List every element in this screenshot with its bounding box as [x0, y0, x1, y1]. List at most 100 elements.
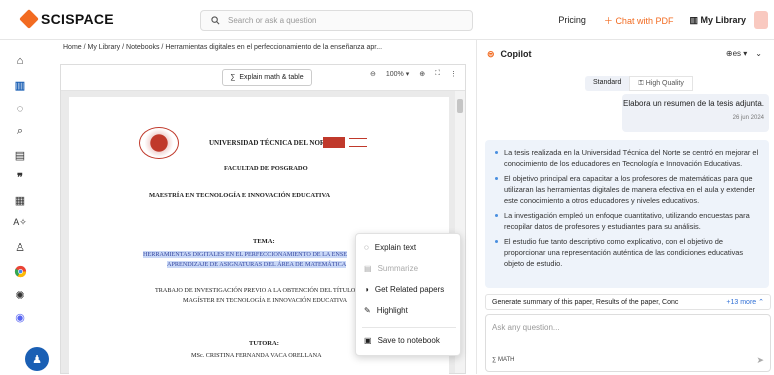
- highlight-item[interactable]: ✎ Highlight: [364, 306, 408, 315]
- search-nav-icon[interactable]: ⌕: [13, 124, 27, 138]
- explain-icon: ◌: [364, 243, 369, 252]
- related-papers-icon: ◑: [364, 285, 369, 294]
- search-placeholder: Search or ask a question: [228, 16, 317, 25]
- save-to-notebook-item[interactable]: ▣ Save to notebook: [364, 336, 440, 345]
- plus-icon: ＋: [603, 15, 616, 26]
- sigma-icon: ∑: [230, 74, 236, 81]
- citation-icon[interactable]: ❞: [13, 170, 27, 184]
- selection-context-menu: ◌ Explain text ▤ Summarize ◑ Get Related pa…: [355, 233, 461, 356]
- answer-bullet: El objetivo principal era capacitar a lo…: [491, 173, 763, 206]
- scrollbar-thumb[interactable]: [457, 99, 463, 113]
- math-label: MATH: [497, 357, 515, 363]
- summarize-item[interactable]: ▤ Summarize: [364, 264, 418, 273]
- university-name: UNIVERSIDAD TÉCNICA DEL NORTE: [209, 139, 335, 147]
- viewer-toolbar: ∑ Explain math & table ⊖ 100% ▾ ⊕ ⛶ ⋮: [61, 65, 465, 91]
- faculty-name: FACULTAD DE POSGRADO: [224, 165, 308, 172]
- copilot-answer: La tesis realizada en la Universidad Téc…: [485, 140, 769, 288]
- ask-placeholder: Ask any question...: [492, 323, 560, 332]
- more-suggestions-label: +13 more: [726, 299, 757, 306]
- notebook-icon[interactable]: ▤: [13, 148, 27, 162]
- explain-text-label: Explain text: [374, 243, 417, 252]
- university-seal: [139, 127, 179, 159]
- summarize-icon: ▤: [364, 264, 372, 273]
- highlight-label: Highlight: [376, 306, 408, 315]
- more-suggestions-button[interactable]: +13 more ⌃: [726, 298, 764, 306]
- chat-icon[interactable]: ◌: [13, 102, 27, 116]
- pricing-link[interactable]: Pricing: [558, 15, 586, 25]
- chrome-extension-icon[interactable]: [13, 264, 27, 278]
- fullscreen-icon[interactable]: ⛶: [435, 70, 440, 78]
- lock-icon: ⚿: [638, 80, 646, 87]
- discord-icon[interactable]: ◉: [13, 310, 27, 324]
- user-icon[interactable]: ♙: [13, 240, 27, 254]
- search-icon: [211, 16, 220, 25]
- top-nav: Pricing ＋ Chat with PDF ▥ My Library: [558, 0, 768, 40]
- more-options-icon[interactable]: ⋮: [450, 70, 457, 78]
- tema-line-1[interactable]: HERRAMIENTAS DIGITALES EN EL PERFECCIONA…: [143, 251, 348, 258]
- standard-mode-button[interactable]: Standard: [585, 76, 630, 91]
- library-nav-icon[interactable]: ▥: [13, 78, 27, 92]
- user-message-text: Elabora un resumen de la tesis adjunta.: [623, 99, 764, 108]
- highlight-icon: ✎: [364, 306, 371, 315]
- explain-math-table-button[interactable]: ∑ Explain math & table: [222, 69, 312, 86]
- chat-with-pdf-link[interactable]: ＋ Chat with PDF: [604, 14, 674, 27]
- language-value: es: [732, 49, 742, 58]
- explain-text-item[interactable]: ◌ Explain text: [364, 243, 416, 252]
- document-icon[interactable]: ▦: [13, 193, 27, 207]
- copilot-title: Copilot: [500, 49, 532, 59]
- faculty-logo-text: [349, 138, 367, 147]
- suggestion-bar[interactable]: Generate summary of this paper, Results …: [485, 294, 771, 310]
- related-papers-item[interactable]: ◑ Get Related papers: [364, 285, 444, 294]
- viewer-controls: ⊖ 100% ▾ ⊕ ⛶ ⋮: [370, 70, 457, 78]
- related-papers-label: Get Related papers: [374, 285, 445, 294]
- user-message: Elabora un resumen de la tesis adjunta. …: [622, 94, 769, 132]
- answer-bullet: El estudio fue tanto descriptivo como ex…: [491, 236, 763, 269]
- chrome-icon: [14, 265, 26, 277]
- send-icon[interactable]: ➤: [756, 355, 764, 366]
- zoom-in-icon[interactable]: ⊕: [419, 70, 425, 78]
- ai-writer-icon[interactable]: A✧: [13, 215, 27, 229]
- language-select[interactable]: ⊕es ▾: [726, 49, 747, 58]
- library-icon: ▥: [689, 14, 701, 25]
- top-bar: SCISPACE Search or ask a question Pricin…: [0, 0, 774, 40]
- math-toggle[interactable]: ∑ MATH: [492, 357, 515, 363]
- tema-line-2[interactable]: APRENDIZAJE DE ASIGNATURAS DEL ÁREA DE M…: [167, 261, 347, 268]
- faculty-logo: [323, 137, 345, 148]
- user-avatar-icon[interactable]: ♟: [25, 347, 49, 371]
- zoom-out-icon[interactable]: ⊖: [370, 70, 376, 78]
- copilot-icon: ⊜: [487, 48, 495, 59]
- scispace-logo[interactable]: SCISPACE: [19, 9, 114, 29]
- scispace-logo-icon: [19, 9, 39, 29]
- chat-with-pdf-label: Chat with PDF: [615, 15, 674, 26]
- account-avatar[interactable]: [754, 11, 768, 29]
- tutora-name: MSc. CRISTINA FERNANDA VACA ORELLANA: [191, 352, 322, 359]
- suggestion-text[interactable]: Generate summary of this paper, Results …: [492, 299, 678, 306]
- brand-name: SCISPACE: [41, 11, 114, 27]
- copilot-controls: ⊕es ▾ ⌄: [726, 49, 762, 58]
- work-line-1: TRABAJO DE INVESTIGACIÓN PREVIO A LA OBT…: [155, 287, 356, 294]
- home-icon[interactable]: ⌂: [13, 54, 27, 68]
- left-sidebar: ⌂ ▥ ◌ ⌕ ▤ ❞ ▦ A✧ ♙ ✺ ◉: [0, 40, 40, 374]
- answer-bullet: La investigación empleó un enfoque cuant…: [491, 210, 763, 232]
- explain-math-table-label: Explain math & table: [239, 74, 304, 81]
- save-to-notebook-label: Save to notebook: [377, 336, 440, 345]
- menu-divider: [362, 327, 456, 328]
- collapse-icon[interactable]: ⌄: [755, 49, 762, 58]
- summarize-label: Summarize: [377, 264, 419, 273]
- high-quality-label: High Quality: [645, 80, 684, 87]
- user-message-date: 26 jun 2024: [732, 115, 764, 121]
- breadcrumb[interactable]: Home / My Library / Notebooks / Herramie…: [63, 44, 382, 51]
- zoom-select[interactable]: 100% ▾: [386, 70, 409, 78]
- high-quality-mode-button[interactable]: ⚿ High Quality: [629, 76, 693, 91]
- mode-toggle: Standard ⚿ High Quality: [585, 76, 693, 91]
- openai-icon[interactable]: ✺: [13, 288, 27, 302]
- my-library-link[interactable]: ▥ My Library: [689, 15, 746, 26]
- search-input[interactable]: Search or ask a question: [200, 10, 473, 31]
- notebook-save-icon: ▣: [364, 336, 372, 345]
- my-library-label: My Library: [700, 14, 746, 25]
- ask-question-input[interactable]: Ask any question... ∑ MATH ➤: [485, 314, 771, 372]
- answer-bullet: La tesis realizada en la Universidad Téc…: [491, 147, 763, 169]
- program-name: MAESTRÍA EN TECNOLOGÍA E INNOVACIÓN EDUC…: [149, 192, 331, 199]
- work-line-2: MAGÍSTER EN TECNOLOGÍA E INNOVACIÓN EDUC…: [183, 297, 348, 304]
- tema-label: TEMA:: [253, 238, 275, 245]
